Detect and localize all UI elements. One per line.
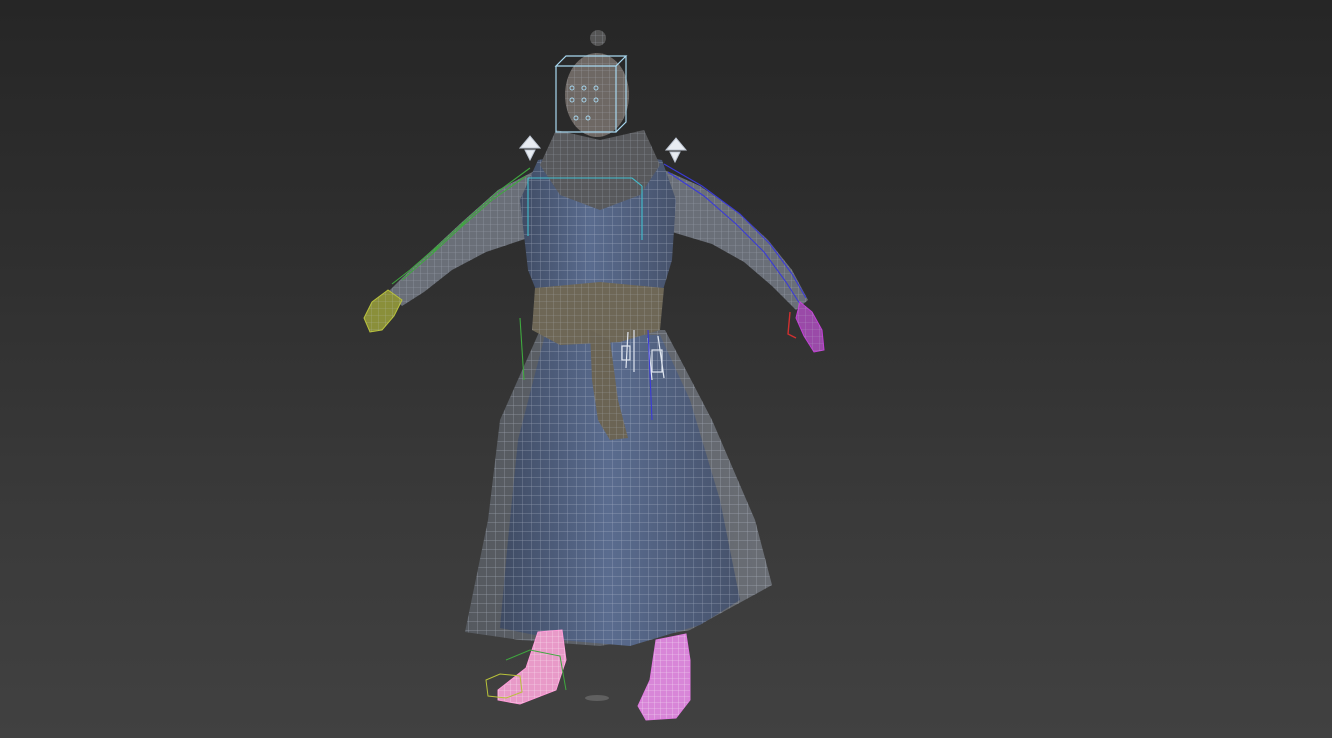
3d-viewport[interactable]: [0, 0, 1332, 738]
ground-shadow: [585, 695, 609, 701]
shoulder-helper-left: [518, 135, 542, 162]
viewport-scene: [363, 30, 825, 721]
shoulder-helper-right: [664, 137, 688, 164]
right-fingertip: [787, 311, 797, 339]
